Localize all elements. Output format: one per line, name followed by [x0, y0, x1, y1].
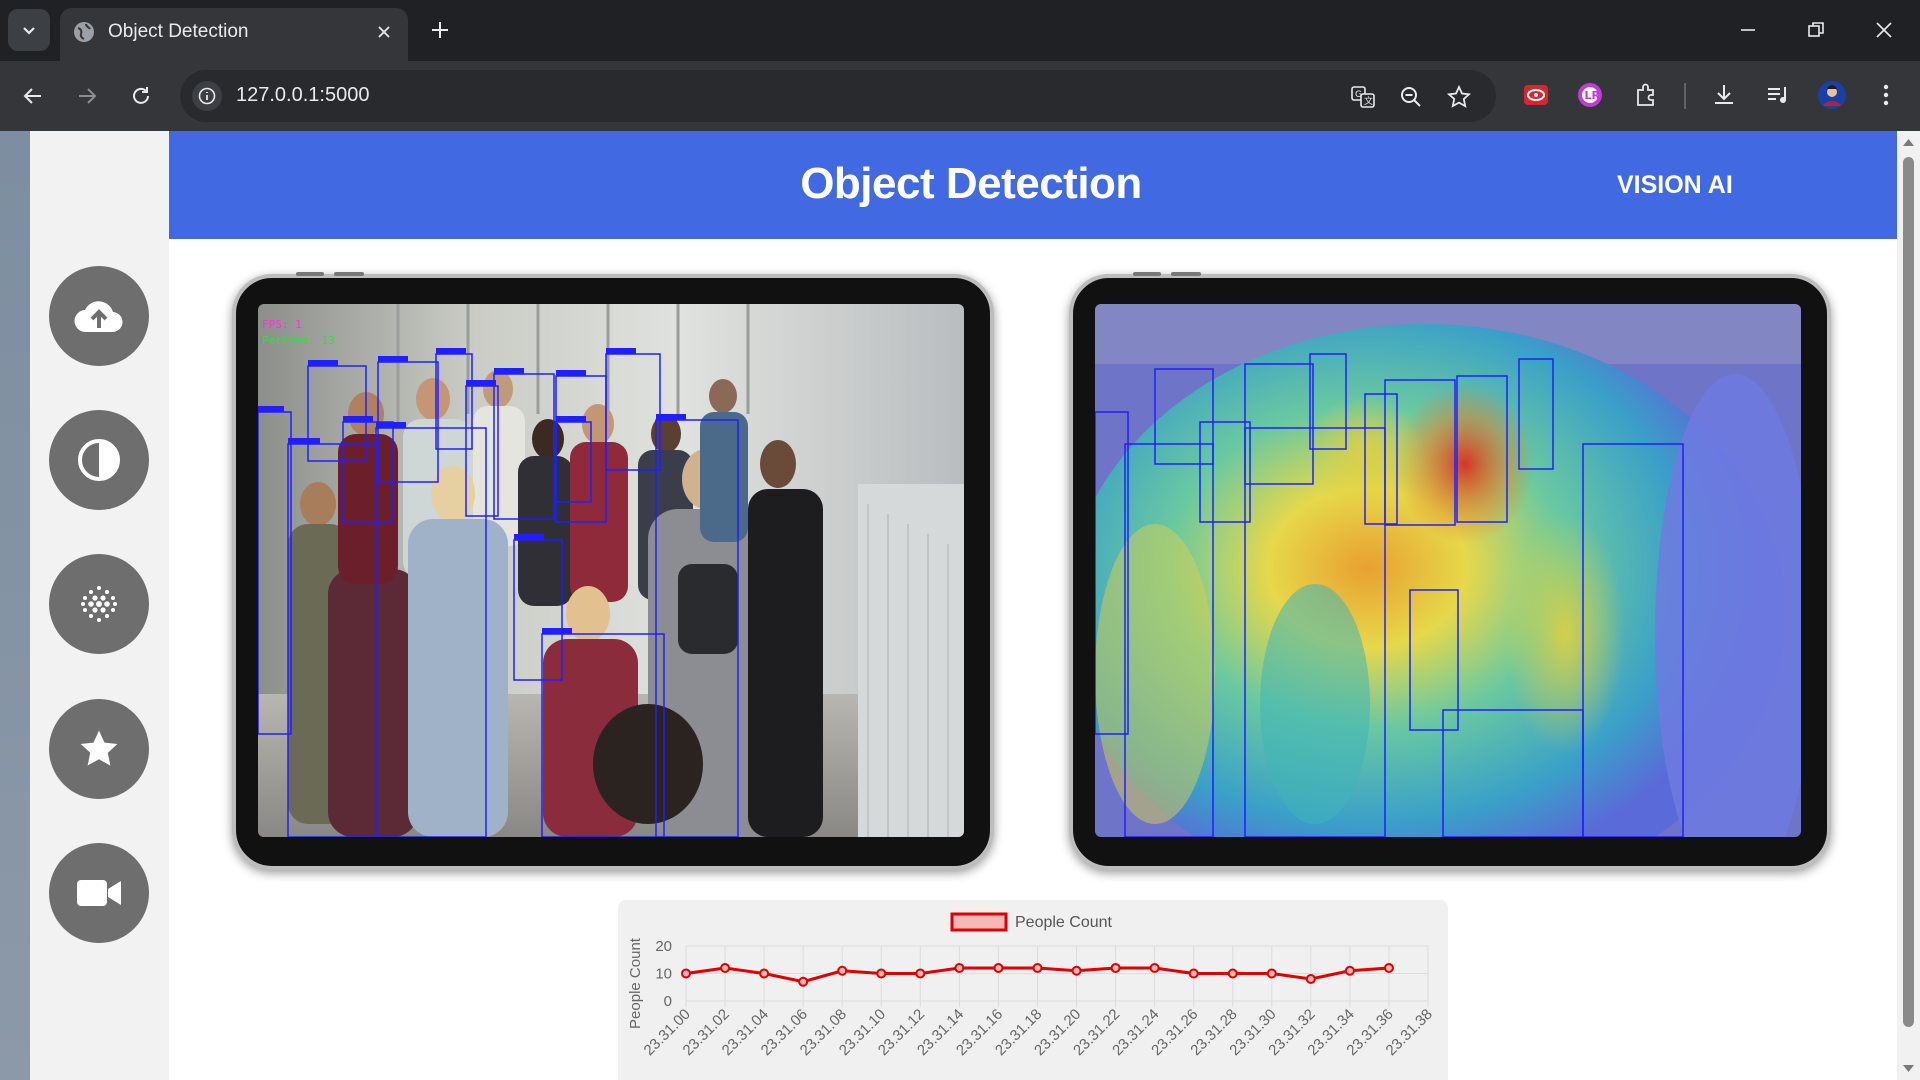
data-point	[1188, 968, 1199, 979]
legend-label: People Count	[1015, 914, 1113, 931]
data-point	[1149, 963, 1160, 973]
zoom-out-icon[interactable]	[1396, 82, 1426, 112]
back-button[interactable]	[14, 77, 52, 115]
data-point	[1344, 965, 1355, 976]
vertical-scrollbar[interactable]	[1897, 131, 1920, 1080]
site-info-icon[interactable]	[192, 81, 222, 111]
extension-red-icon[interactable]	[1518, 77, 1554, 113]
detection-image	[258, 304, 964, 837]
data-point	[993, 963, 1004, 973]
extensions-puzzle-icon[interactable]	[1628, 77, 1664, 113]
data-point	[1305, 974, 1316, 984]
chart-svg: People CountPeople Count 0102023.31.0023.…	[627, 912, 1436, 1059]
video-camera-icon	[77, 880, 121, 906]
heatmap-video-frame	[1069, 272, 1831, 870]
data-point	[720, 963, 731, 973]
data-point	[1071, 965, 1082, 976]
scroll-up-icon[interactable]	[1902, 137, 1915, 147]
arrow-right-icon	[79, 88, 97, 104]
url-text[interactable]: 127.0.0.1:5000	[236, 84, 369, 107]
data-point	[1266, 968, 1277, 979]
restore-icon	[1808, 22, 1824, 37]
arrow-left-icon	[23, 88, 41, 104]
profile-avatar[interactable]	[1814, 77, 1850, 113]
contrast-icon	[78, 439, 120, 481]
brand-label[interactable]: VISION AI	[1617, 171, 1733, 200]
detection-video: FPS: 1 Persons: 13	[258, 304, 964, 837]
legend-swatch	[950, 912, 1008, 932]
tab-title: Object Detection	[108, 21, 249, 42]
downloads-icon[interactable]	[1706, 77, 1742, 113]
dots-grid-icon	[81, 586, 117, 622]
media-controls-icon[interactable]	[1760, 77, 1796, 113]
menu-kebab-icon[interactable]	[1868, 77, 1904, 113]
data-point	[954, 963, 965, 973]
close-icon	[1876, 22, 1892, 38]
data-point	[681, 968, 691, 979]
desktop-edge	[0, 131, 30, 1080]
star-icon	[80, 730, 118, 766]
reload-button[interactable]	[122, 77, 160, 115]
page-title: Object Detection	[800, 159, 1142, 208]
data-point	[1110, 963, 1121, 973]
new-tab-button[interactable]	[424, 14, 456, 46]
data-point	[1227, 968, 1238, 979]
tablet-button	[1171, 272, 1201, 276]
tab-strip: Object Detection	[0, 0, 1920, 61]
forward-button[interactable]	[68, 77, 106, 115]
contrast-button[interactable]	[49, 410, 149, 510]
y-axis-title: People Count	[627, 937, 644, 1029]
svg-text:LR: LR	[1585, 89, 1601, 102]
y-tick-label: 20	[655, 938, 672, 955]
camera-button[interactable]	[49, 843, 149, 943]
upload-button[interactable]	[49, 266, 149, 366]
minimize-icon	[1741, 29, 1755, 31]
scrollbar-thumb[interactable]	[1903, 157, 1914, 1027]
tablet-button	[1133, 272, 1161, 276]
fps-overlay: FPS: 1	[262, 318, 302, 331]
extension-purple-icon[interactable]: LR	[1572, 77, 1608, 113]
close-window-button[interactable]	[1864, 10, 1904, 50]
data-point	[915, 968, 926, 979]
svg-text:G: G	[1355, 90, 1362, 100]
translate-icon[interactable]: G文	[1348, 82, 1378, 112]
persons-overlay: Persons: 13	[262, 334, 335, 347]
people-count-chart: People Count People Count 0 10 20 23.31.00 23.…	[618, 900, 1448, 1080]
plus-icon	[432, 22, 448, 38]
minimize-button[interactable]	[1728, 10, 1768, 50]
bookmark-star-icon[interactable]	[1444, 82, 1474, 112]
restore-button[interactable]	[1796, 10, 1836, 50]
chevron-down-icon	[23, 27, 35, 35]
browser-toolbar: 127.0.0.1:5000 G文 LR	[0, 61, 1920, 131]
data-point	[876, 968, 887, 979]
sidebar	[30, 131, 169, 1080]
reload-icon	[133, 87, 149, 104]
data-point	[798, 976, 809, 987]
close-tab-icon[interactable]	[370, 18, 398, 46]
heatmap-image	[1095, 304, 1801, 837]
heatmap-video	[1095, 304, 1801, 837]
cloud-upload-icon	[74, 301, 123, 333]
detection-video-frame: FPS: 1 Persons: 13	[232, 272, 994, 870]
data-point	[837, 965, 848, 976]
data-point	[1032, 963, 1043, 973]
active-tab[interactable]: Object Detection	[60, 8, 408, 61]
globe-icon	[74, 22, 94, 42]
page-header: Object Detection VISION AI	[169, 131, 1897, 239]
toolbar-separator	[1684, 83, 1686, 109]
data-point	[1383, 963, 1394, 973]
tab-search-button[interactable]	[8, 9, 50, 51]
y-tick-label: 10	[655, 966, 672, 983]
y-tick-label: 0	[664, 993, 672, 1010]
tablet-button	[334, 272, 364, 276]
svg-text:文: 文	[1364, 95, 1373, 107]
favorites-button[interactable]	[49, 699, 149, 799]
scroll-down-icon[interactable]	[1902, 1064, 1915, 1074]
tablet-button	[296, 272, 324, 276]
data-point	[759, 968, 770, 979]
page-viewport: Object Detection VISION AI FPS: 1 Person…	[0, 131, 1920, 1080]
address-bar[interactable]: 127.0.0.1:5000 G文	[180, 70, 1496, 122]
heatmap-button[interactable]	[49, 554, 149, 654]
